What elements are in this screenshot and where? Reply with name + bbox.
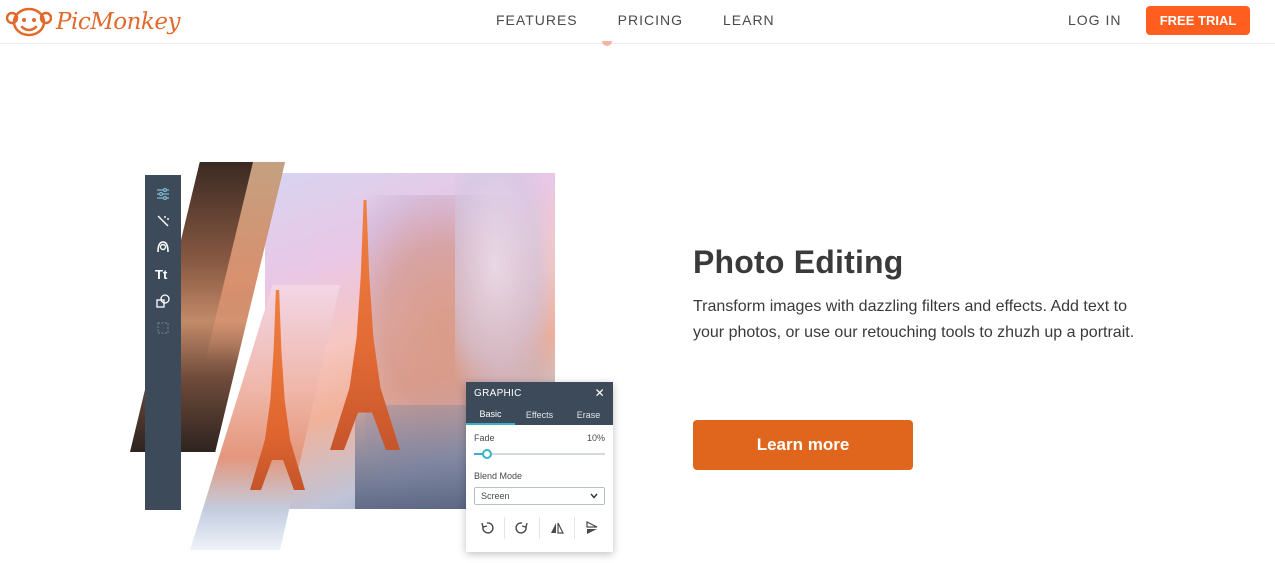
- frame-tool-icon[interactable]: [154, 319, 172, 337]
- nav-learn[interactable]: LEARN: [723, 12, 775, 28]
- panel-tabs: Basic Effects Erase: [466, 404, 613, 425]
- flip-vertical-icon[interactable]: [575, 517, 609, 539]
- section-description: Transform images with dazzling filters a…: [693, 298, 1135, 341]
- svg-text:Tt: Tt: [155, 267, 168, 281]
- slider-handle[interactable]: [482, 449, 493, 459]
- tab-effects[interactable]: Effects: [515, 404, 564, 425]
- top-nav: PicMonkey FEATURES PRICING LEARN LOG IN …: [0, 0, 1275, 46]
- tab-erase[interactable]: Erase: [564, 404, 613, 425]
- editor-toolbar: Tt: [145, 175, 181, 510]
- blend-mode-value: Screen: [481, 491, 510, 501]
- rotate-right-icon[interactable]: [505, 517, 540, 539]
- nav-pricing[interactable]: PRICING: [618, 12, 683, 28]
- blend-mode-label: Blend Mode: [474, 471, 523, 481]
- login-link[interactable]: LOG IN: [1068, 12, 1121, 28]
- close-icon[interactable]: ✕: [595, 386, 605, 400]
- learn-more-button[interactable]: Learn more: [693, 420, 913, 470]
- main-menu: FEATURES PRICING LEARN: [496, 0, 815, 40]
- blend-mode-select[interactable]: Screen: [474, 487, 605, 505]
- fade-row: Fade 10%: [466, 433, 613, 443]
- rotate-left-icon[interactable]: [470, 517, 505, 539]
- hair-overlay: [455, 173, 555, 403]
- graphic-panel: GRAPHIC ✕ Basic Effects Erase Fade 10% B…: [466, 382, 613, 552]
- flip-horizontal-icon[interactable]: [540, 517, 575, 539]
- fade-value: 10%: [586, 433, 605, 443]
- fade-slider[interactable]: [474, 449, 605, 459]
- scroll-indicator: [602, 41, 612, 46]
- picmonkey-logo[interactable]: PicMonkey: [6, 4, 180, 40]
- panel-header: GRAPHIC ✕: [466, 382, 613, 404]
- free-trial-button[interactable]: FREE TRIAL: [1146, 6, 1250, 35]
- tab-basic[interactable]: Basic: [466, 404, 515, 425]
- section-title: Photo Editing: [693, 244, 904, 280]
- adjust-sliders-icon[interactable]: [154, 185, 172, 203]
- chevron-down-icon: [590, 493, 598, 499]
- slider-track: [474, 453, 605, 455]
- text-tool-icon[interactable]: Tt: [154, 265, 172, 283]
- panel-title: GRAPHIC: [474, 387, 522, 399]
- magic-wand-icon[interactable]: [154, 212, 172, 230]
- transform-tools: [466, 517, 613, 539]
- retouch-face-icon[interactable]: [154, 238, 172, 256]
- logo-text: PicMonkey: [56, 9, 180, 35]
- graphics-shapes-icon[interactable]: [154, 292, 172, 310]
- nav-features[interactable]: FEATURES: [496, 12, 578, 28]
- monkey-logo-icon: [6, 7, 52, 37]
- fade-label: Fade: [474, 433, 495, 443]
